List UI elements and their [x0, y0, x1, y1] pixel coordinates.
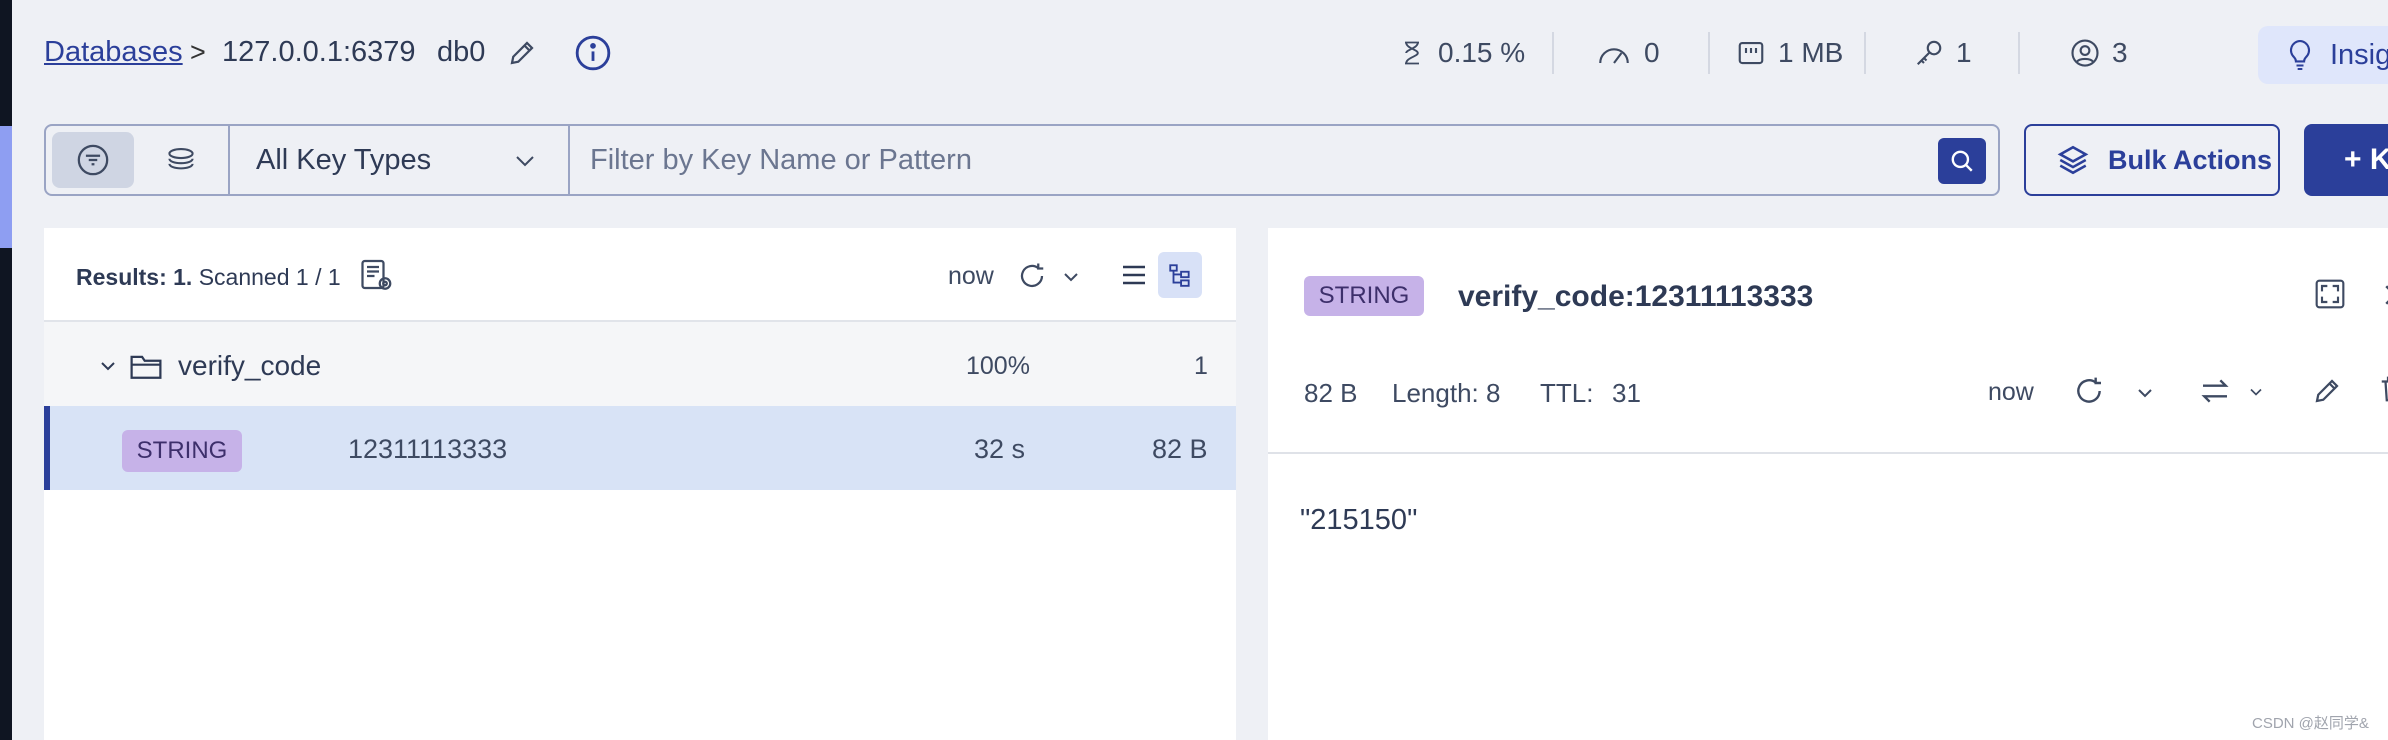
insights-label: Insig — [2330, 38, 2388, 71]
chevron-down-icon[interactable] — [96, 354, 120, 378]
key-value[interactable]: "215150" — [1300, 504, 1417, 537]
detail-size: 82 B — [1304, 378, 1358, 408]
filter-divider — [568, 126, 570, 194]
refresh-icon[interactable] — [1014, 258, 1050, 294]
detail-length: Length: 8 — [1392, 378, 1501, 408]
folder-percent: 100% — [966, 352, 1030, 380]
stat-divider — [2018, 32, 2020, 74]
filter-divider — [228, 126, 230, 194]
memory-icon — [1738, 41, 1764, 65]
nav-active-indicator — [0, 126, 12, 248]
cpu-stat: 0.15 % — [1398, 30, 1525, 76]
close-icon[interactable] — [2380, 280, 2388, 310]
folder-name: verify_code — [178, 350, 322, 381]
detail-refresh-time: now — [1988, 378, 2034, 406]
commands-value: 0 — [1644, 37, 1660, 68]
breadcrumb-host: 127.0.0.1:6379 — [222, 36, 416, 68]
db-name: db0 — [437, 36, 486, 68]
cpu-value: 0.15 % — [1438, 37, 1526, 68]
scan-more-icon[interactable] — [356, 256, 396, 296]
lightbulb-icon — [2289, 39, 2311, 71]
commands-stat: 0 — [1596, 30, 1660, 76]
clients-value: 3 — [2112, 37, 2128, 68]
user-circle-icon — [2071, 39, 2099, 67]
tree-view-button[interactable] — [1158, 252, 1202, 298]
stat-divider — [1552, 32, 1554, 74]
results-summary: Results: 1. Scanned 1 / 1 — [76, 264, 341, 291]
memory-value: 1 MB — [1778, 37, 1844, 68]
format-switch-icon[interactable] — [2196, 372, 2234, 410]
clients-stat: 3 — [2070, 30, 2128, 76]
chevron-down-icon[interactable] — [1058, 264, 1084, 290]
speedometer-icon — [1599, 48, 1629, 64]
search-mode-toggle[interactable] — [140, 132, 222, 188]
selected-row-indicator — [44, 406, 50, 490]
insights-button[interactable]: Insig — [2258, 26, 2388, 84]
refresh-icon[interactable] — [2070, 372, 2108, 410]
stack-search-icon — [168, 148, 194, 170]
detail-divider — [1268, 452, 2388, 454]
chevron-down-icon[interactable] — [2132, 380, 2158, 406]
fullscreen-icon[interactable] — [2312, 276, 2348, 312]
search-button[interactable] — [1938, 138, 1986, 184]
chevron-down-icon[interactable] — [2244, 380, 2268, 404]
scanned-count: Scanned 1 / 1 — [198, 264, 341, 290]
stat-divider — [1864, 32, 1866, 74]
edit-db-pencil-icon[interactable] — [503, 34, 541, 72]
key-size: 82 B — [1152, 434, 1208, 464]
detail-ttl-label: TTL: — [1540, 378, 1594, 408]
left-nav-strip — [0, 0, 12, 740]
bulk-actions-label: Bulk Actions — [2108, 144, 2273, 175]
key-type-select[interactable]: All Key Types — [256, 144, 431, 177]
detail-key-name: verify_code:12311113333 — [1458, 280, 1814, 313]
type-badge: STRING — [122, 430, 242, 472]
results-count: Results: 1. — [76, 264, 193, 290]
list-icon — [1123, 265, 1145, 285]
key-details-panel — [1268, 228, 2388, 740]
watermark: CSDN @赵同学& — [2252, 715, 2369, 732]
keys-value: 1 — [1956, 37, 1972, 68]
add-key-button[interactable]: + K — [2304, 124, 2388, 196]
keys-stat: 1 — [1914, 30, 1972, 76]
edit-value-pencil-icon[interactable] — [2308, 372, 2346, 410]
layers-icon — [2057, 145, 2089, 175]
detail-type-badge: STRING — [1304, 276, 1424, 316]
last-refresh-time: now — [948, 262, 994, 290]
key-icon — [1916, 40, 1942, 66]
stat-divider — [1708, 32, 1710, 74]
detail-ttl-value[interactable]: 31 — [1612, 378, 1641, 409]
filter-icon — [77, 144, 109, 176]
search-icon — [1951, 150, 1973, 172]
breadcrumb-separator: > — [190, 37, 206, 67]
chevron-down-icon[interactable] — [510, 146, 540, 176]
key-ttl: 32 s — [974, 434, 1026, 464]
filter-view-toggle[interactable] — [52, 132, 134, 188]
info-icon[interactable] — [572, 32, 614, 74]
breadcrumb-databases-link[interactable]: Databases — [44, 36, 183, 69]
list-view-button[interactable] — [1112, 252, 1156, 298]
bulk-actions-button[interactable]: Bulk Actions — [2024, 124, 2280, 196]
tree-icon — [1169, 264, 1190, 287]
key-name: 12311113333 — [348, 434, 508, 464]
folder-key-count: 1 — [1194, 352, 1208, 380]
key-filter-input[interactable] — [590, 132, 1930, 188]
trash-icon[interactable] — [2378, 374, 2388, 408]
folder-icon — [128, 348, 164, 384]
hourglass-icon — [1405, 41, 1419, 65]
memory-stat: 1 MB — [1736, 30, 1843, 76]
